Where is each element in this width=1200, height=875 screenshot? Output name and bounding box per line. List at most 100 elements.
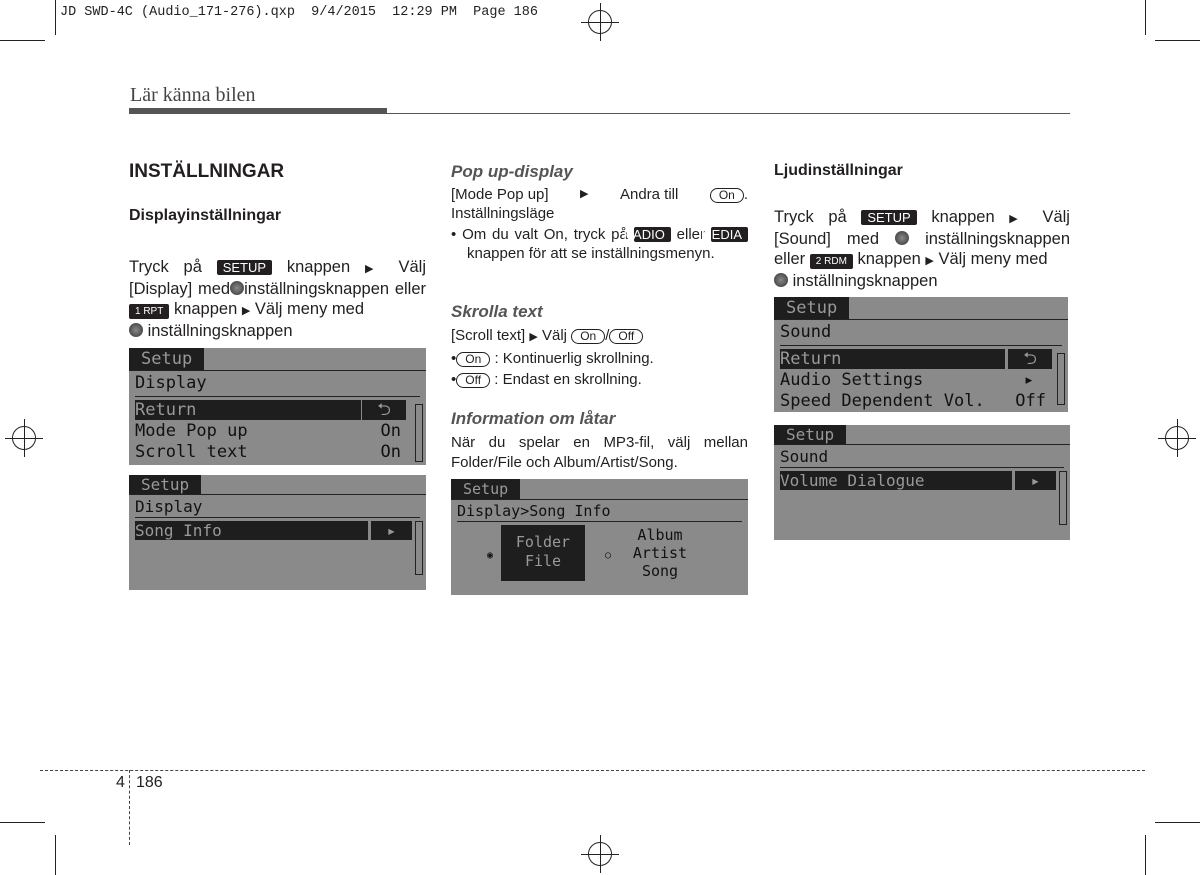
radio-key: RADIO [624,227,671,242]
screen-header: Sound [780,322,832,342]
text: Välj meny med [254,300,365,318]
menu-item-volume-dialogue: Volume Dialogue [780,471,1012,490]
screen-tab: Setup [129,475,202,494]
knob-icon [895,231,910,245]
text: : Kontinuerlig skrollning. [494,350,654,367]
text: Andra till [619,186,679,203]
text: knappen [857,250,921,268]
crop-mark [55,0,56,35]
setup-sound-volume-screen: Setup Sound Volume Dialogue ▸ [774,425,1070,540]
off-button-icon: Off [609,329,644,344]
text: [Scroll text] [451,327,526,344]
song-info-screen: Setup Display>Song Info ◉ Folder File ○ A… [451,479,748,595]
option-album-artist-song: Album Artist Song [621,526,699,580]
screen-tab: Setup [774,297,850,319]
setup-key: SETUP [216,260,273,275]
registration-mark [581,3,619,41]
menu-item-return: Return [135,400,361,420]
scrollbar [415,521,423,575]
menu-value: On [380,442,401,462]
header-bar [129,108,387,114]
option-label: Artist [632,544,688,562]
footer-divider [129,770,130,845]
text: eller [394,280,426,298]
text: eller [774,250,806,268]
crop-mark [0,822,45,823]
chapter-title: Lär känna bilen [130,84,256,106]
sound-instructions: Tryck på SETUP knappen ▶ Välj [Sound] me… [774,207,1070,291]
arrow-right-icon: ▶ [580,188,589,200]
arrow-right-icon: ▸ [1023,370,1034,390]
crop-mark [1145,0,1146,35]
rdm-key: 2 RDM [809,254,853,269]
option-label: Song [641,562,679,580]
text: knappen [286,258,351,276]
scroll-text-title: Skrolla text [451,302,543,321]
on-button-icon: On [456,352,491,367]
crop-mark [55,835,56,875]
screen-header: Display>Song Info [457,502,611,520]
text: [Mode Pop up] [451,186,549,203]
manual-page: JD SWD-4C (Audio_171-276).qxp 9/4/2015 1… [0,0,1200,875]
text: inställningsknappen [792,272,938,290]
section-title: INSTÄLLNINGAR [129,161,285,182]
screen-tab: Setup [451,479,521,499]
crop-mark [1155,822,1200,823]
setup-display-song-info-screen: Setup Display Song Info ▸ [129,475,426,590]
on-button-icon: On [709,188,744,203]
rpt-key: 1 RPT [129,304,170,319]
knob-icon [129,323,143,337]
text: Tryck på [774,208,847,226]
display-instructions: Tryck på SETUP knappen ▶ Välj [Display] … [129,257,426,341]
registration-mark [581,835,619,873]
crop-mark [1145,835,1146,875]
registration-mark [5,419,43,457]
header-rule [387,113,1070,114]
text: Välj [542,327,568,344]
print-slug: JD SWD-4C (Audio_171-276).qxp 9/4/2015 1… [60,5,538,20]
option-label: File [524,552,562,570]
option-label: Folder [515,533,571,551]
on-button-icon: On [571,329,606,344]
menu-item-song-info: Song Info [135,521,368,540]
option-folder-file: Folder File [501,525,585,581]
registration-mark [1158,419,1196,457]
radio-unselected-icon: ○ [605,550,612,561]
option-label: Album [637,526,683,544]
scrollbar [1059,471,1067,525]
text: : Endast en skrollning. [494,371,642,388]
song-info-title: Information om låtar [451,409,616,428]
text: inställningsknappen [925,230,1071,248]
menu-value: On [380,421,401,441]
return-icon: ⮌ [362,400,406,420]
setup-sound-screen: Setup Sound Return ⮌ Audio Settings ▸ Sp… [774,297,1068,412]
sound-settings-title: Ljudinställningar [774,162,903,179]
menu-item-audio-settings: Audio Settings [780,370,924,390]
text: [Sound] med [774,230,879,248]
menu-item-scroll-text: Scroll text [135,442,248,462]
scroll-text-text: [Scroll text] ▶ Välj On / Off • On : Kontin… [451,327,654,388]
screen-tab: Setup [774,425,847,444]
screen-header: Display [135,497,203,516]
song-info-text: När du spelar en MP3-fil, välj mellan Fo… [451,434,748,471]
setup-display-screen: Setup Display Return ⮌ Mode Pop up On Sc… [129,348,426,465]
page-number: 186 [136,774,163,791]
text: Om du valt On, tryck på [462,226,628,243]
text: inställningsknappen [244,280,390,298]
text: Inställningsläge [451,205,555,222]
text: inställningsknappen [147,322,293,340]
arrow-right-icon: ▶ [529,331,538,343]
arrow-right-icon: ▸ [1015,471,1056,490]
knob-icon [230,281,245,295]
menu-item-mode-pop-up: Mode Pop up [135,421,248,441]
chapter-number: 4 [116,774,125,791]
arrow-right-icon: ▶ [925,255,934,267]
scrollbar [415,404,423,462]
text: knappen [173,300,238,318]
arrow-right-icon: ▶ [241,305,251,317]
arrow-right-icon: ▶ [364,263,384,275]
arrow-right-icon: ▶ [1009,213,1028,225]
footer-rule [40,770,1145,771]
menu-item-return: Return [780,349,1005,369]
text: Tryck på [129,258,202,276]
